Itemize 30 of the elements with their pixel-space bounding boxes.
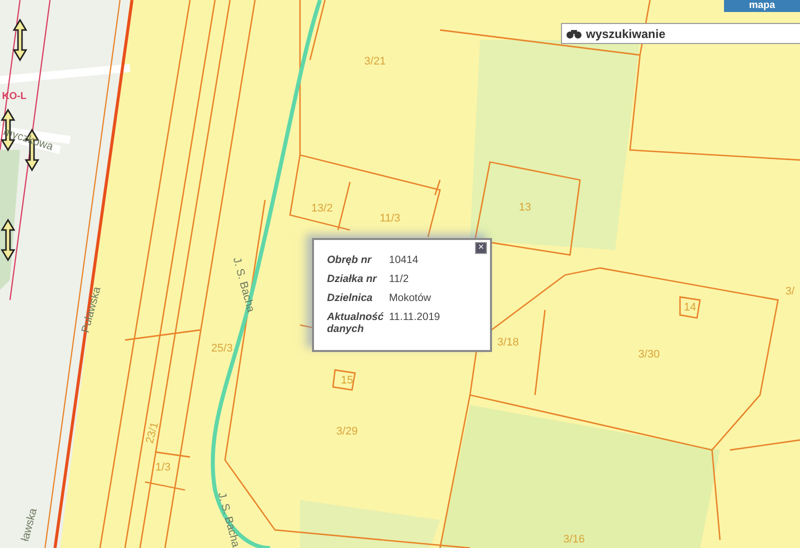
field-label: Działka nr — [327, 273, 378, 285]
map-tab[interactable]: mapa — [724, 0, 800, 12]
field-label: Aktualność danych — [327, 311, 385, 335]
field-value: 11.11.2019 — [389, 311, 441, 325]
parcel-label: 11/3 — [380, 214, 400, 224]
parcel-label: 3/29 — [336, 426, 358, 438]
parcel-label: 1/3 — [155, 462, 171, 474]
parcel-label: 3/16 — [563, 534, 585, 546]
field-value: 11/2 — [389, 273, 410, 285]
parcel-label: 25/3 — [211, 344, 233, 354]
search-bar[interactable]: wyszukiwanie — [561, 23, 800, 44]
parcel-label: 15 — [340, 376, 354, 386]
parcel-label: 13 — [518, 202, 532, 214]
parcel-label: 3/ — [785, 286, 795, 298]
parcel-label: 3/18 — [497, 338, 519, 348]
close-button[interactable]: × — [475, 242, 487, 254]
parcel-label: 13/2 — [311, 204, 333, 214]
binoculars-icon — [566, 28, 582, 38]
street-label: ławska — [20, 507, 40, 543]
field-label: Dzielnica — [327, 292, 374, 304]
field-label: Obręb nr — [327, 254, 373, 266]
street-label: J. S. Bacha — [215, 491, 241, 548]
field-value: 10414 — [389, 254, 420, 266]
parcel-label: 23/1 — [144, 421, 162, 445]
street-label: J. S. Bacha — [230, 256, 256, 314]
parcel-label: 3/30 — [638, 350, 660, 360]
field-value: Mokotów — [389, 292, 432, 304]
search-label: wyszukiwanie — [586, 26, 666, 42]
parcel-label: 3/21 — [364, 56, 386, 68]
parcel-label: 14 — [684, 302, 696, 314]
